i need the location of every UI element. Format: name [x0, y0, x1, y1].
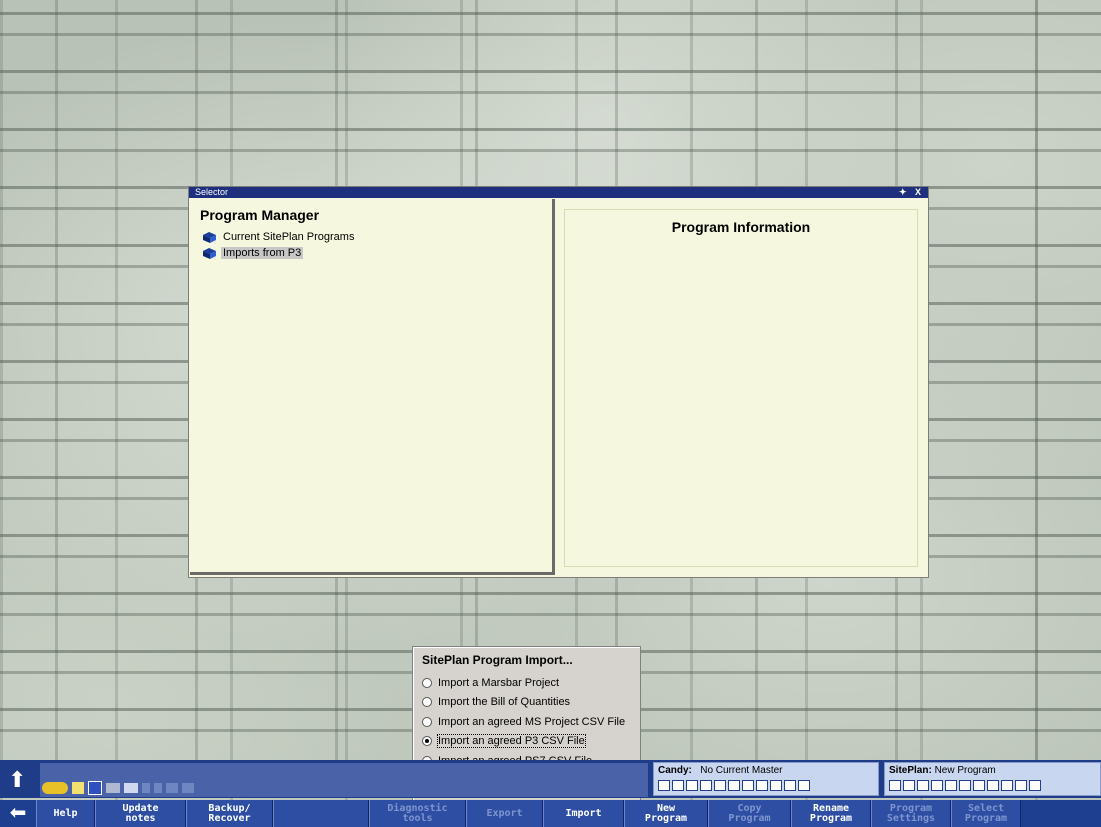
- m-icon[interactable]: [742, 780, 754, 791]
- tree-item-label: Current SitePlan Programs: [223, 231, 355, 243]
- help-button[interactable]: Help: [36, 800, 95, 827]
- tools-icon[interactable]: [72, 782, 84, 794]
- glasses-icon[interactable]: [42, 782, 68, 794]
- ship-icon[interactable]: [1001, 780, 1013, 791]
- tree-item-label: Imports from P3: [221, 247, 304, 259]
- radio-button[interactable]: [422, 677, 432, 688]
- chart-icon[interactable]: [917, 780, 929, 791]
- candy-label: Candy:: [658, 765, 692, 776]
- book-icon: [202, 247, 217, 259]
- bottom-toolbar: ⬅ Help Update notes Backup/ Recover Diag…: [0, 800, 1101, 827]
- tools-icon[interactable]: [987, 780, 999, 791]
- edit-icon[interactable]: [784, 780, 796, 791]
- b-icon[interactable]: [658, 780, 670, 791]
- printer-icon[interactable]: [106, 783, 120, 793]
- sigma-icon[interactable]: [154, 783, 162, 793]
- v-icon[interactable]: [714, 780, 726, 791]
- window-controls[interactable]: ✦ X: [899, 187, 924, 198]
- siteplan-icon-row: [889, 780, 1096, 791]
- candy-icon-row: [658, 780, 874, 791]
- new-program-button[interactable]: New Program: [624, 800, 708, 827]
- copy-program-button[interactable]: Copy Program: [708, 800, 791, 827]
- candy-status-box: Candy: No Current Master: [653, 762, 879, 796]
- import-option-label: Import a Marsbar Project: [438, 676, 560, 689]
- selector-window: Selector ✦ X Program Manager Current Sit…: [188, 186, 929, 578]
- t-icon[interactable]: [686, 780, 698, 791]
- candy-value: No Current Master: [700, 765, 783, 776]
- import-option-label: Import the Bill of Quantities: [438, 696, 571, 709]
- import-option-label: Import an agreed P3 CSV File: [437, 734, 586, 749]
- quick-icon-row: [42, 780, 194, 796]
- o-icon[interactable]: [672, 780, 684, 791]
- ship-icon[interactable]: [770, 780, 782, 791]
- import-option-ms-project-csv[interactable]: Import an agreed MS Project CSV File: [422, 712, 640, 732]
- siteplan-status-box: SitePlan: New Program: [884, 762, 1101, 796]
- radio-button[interactable]: [422, 716, 432, 727]
- li-icon[interactable]: [931, 780, 943, 791]
- import-popup-title: SitePlan Program Import...: [422, 653, 573, 667]
- sum-icon[interactable]: [798, 780, 810, 791]
- rename-program-button[interactable]: Rename Program: [791, 800, 871, 827]
- tools-icon[interactable]: [756, 780, 768, 791]
- sigma-icon[interactable]: [142, 783, 150, 793]
- program-manager-pane: Program Manager Current SitePlan Program…: [190, 199, 555, 575]
- selector-title-bar: Selector ✦ X: [189, 187, 928, 198]
- sum-icon[interactable]: [1029, 780, 1041, 791]
- import-button[interactable]: Import: [543, 800, 624, 827]
- program-settings-button[interactable]: Program Settings: [871, 800, 951, 827]
- p-icon[interactable]: [700, 780, 712, 791]
- grid-icon[interactable]: [182, 783, 194, 793]
- program-manager-heading: Program Manager: [200, 207, 320, 223]
- import-option-marsbar[interactable]: Import a Marsbar Project: [422, 673, 640, 693]
- tree-item-imports-from-p3[interactable]: Imports from P3: [202, 245, 552, 261]
- palette-icon[interactable]: [973, 780, 985, 791]
- window-icon[interactable]: [903, 780, 915, 791]
- selector-title: Selector: [195, 187, 229, 197]
- radio-button-checked[interactable]: [422, 736, 432, 747]
- select-program-button[interactable]: Select Program: [951, 800, 1021, 827]
- siteplan-value: New Program: [934, 765, 996, 776]
- folder-icon[interactable]: [889, 780, 901, 791]
- update-notes-button[interactable]: Update notes: [95, 800, 186, 827]
- backup-recover-button[interactable]: Backup/ Recover: [186, 800, 273, 827]
- camera-icon[interactable]: [124, 783, 138, 793]
- info-icon[interactable]: [88, 781, 102, 795]
- siteplan-label: SitePlan:: [889, 765, 932, 776]
- program-information-pane: Program Information: [564, 209, 918, 567]
- import-option-p3-csv[interactable]: Import an agreed P3 CSV File: [422, 732, 640, 752]
- book-icon: [202, 231, 217, 243]
- edit-icon[interactable]: [1015, 780, 1027, 791]
- program-information-heading: Program Information: [671, 219, 811, 235]
- import-option-bill-of-quantities[interactable]: Import the Bill of Quantities: [422, 693, 640, 713]
- tree-item-current-programs[interactable]: Current SitePlan Programs: [202, 229, 552, 245]
- radio-button[interactable]: [422, 697, 432, 708]
- back-arrow-icon[interactable]: ⬅: [0, 800, 36, 827]
- blank-button[interactable]: [273, 800, 369, 827]
- up-arrow-icon[interactable]: ⬆: [8, 767, 30, 793]
- diagnostic-tools-button[interactable]: Diagnostic tools: [369, 800, 466, 827]
- export-button[interactable]: Export: [466, 800, 543, 827]
- grid-icon[interactable]: [166, 783, 178, 793]
- camera-icon[interactable]: [959, 780, 971, 791]
- import-option-label: Import an agreed MS Project CSV File: [438, 715, 626, 728]
- is-icon[interactable]: [945, 780, 957, 791]
- sigma-icon[interactable]: [728, 780, 740, 791]
